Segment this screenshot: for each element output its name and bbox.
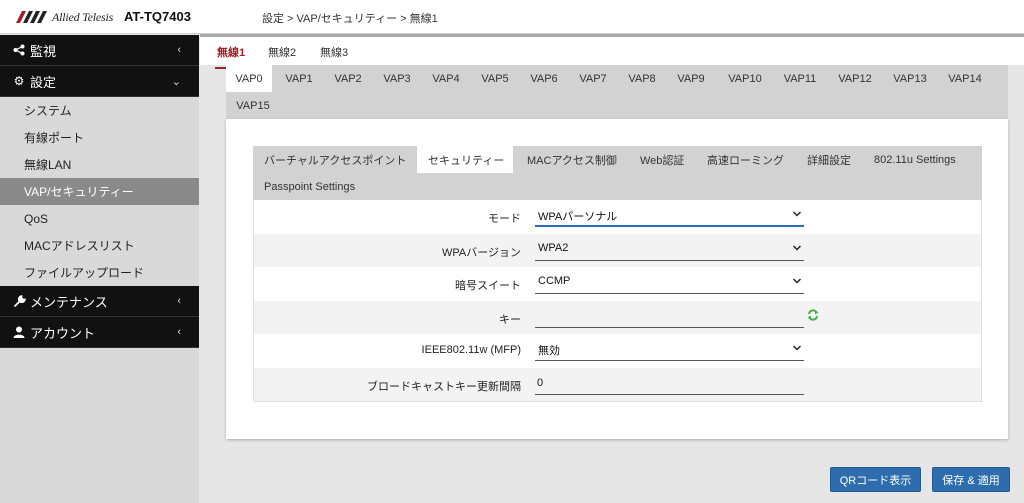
cipher-select[interactable]: CCMP bbox=[535, 270, 804, 294]
user-icon bbox=[12, 326, 26, 338]
sidebar-group-settings[interactable]: ⚙ 設定 ⌄ bbox=[0, 66, 199, 97]
tab-radio3[interactable]: 無線3 bbox=[320, 44, 348, 60]
tab-vap6[interactable]: VAP6 bbox=[521, 65, 567, 92]
sidebar-item-file-upload[interactable]: ファイルアップロード bbox=[0, 259, 199, 286]
wpa-version-select[interactable]: WPA2 bbox=[535, 237, 804, 261]
mode-select[interactable]: WPAパーソナル bbox=[535, 203, 804, 227]
cipher-select-value: CCMP bbox=[538, 275, 571, 287]
form-row-mode: モード WPAパーソナル bbox=[254, 200, 981, 234]
tab-web-auth[interactable]: Web認証 bbox=[629, 146, 695, 173]
sidebar: 監視 ‹ ⚙ 設定 ⌄ システム 有線ポート 無線LAN VAP/セキュリティー… bbox=[0, 35, 199, 503]
tab-vap9[interactable]: VAP9 bbox=[668, 65, 714, 92]
tab-vap11[interactable]: VAP11 bbox=[773, 65, 827, 92]
sidebar-group-account-label: アカウント bbox=[30, 325, 96, 341]
tab-vap15[interactable]: VAP15 bbox=[226, 92, 280, 119]
sidebar-group-settings-label: 設定 bbox=[30, 74, 57, 90]
broadcast-interval-input[interactable]: 0 bbox=[535, 371, 804, 395]
wpa-version-label: WPAバージョン bbox=[441, 246, 521, 259]
chevron-left-icon: ‹ bbox=[177, 295, 181, 307]
tab-vap7[interactable]: VAP7 bbox=[570, 65, 616, 92]
chevron-down-icon bbox=[792, 244, 802, 251]
qr-code-button[interactable]: QRコード表示 bbox=[830, 467, 921, 492]
refresh-icon[interactable] bbox=[807, 308, 819, 322]
tab-virtual-access-point[interactable]: バーチャルアクセスポイント bbox=[253, 146, 417, 173]
main-content: 無線1 無線2 無線3 VAP0 VAP1 VAP2 VAP3 VAP4 VAP… bbox=[200, 37, 1024, 503]
cipher-label: 暗号スイート bbox=[455, 280, 521, 292]
sidebar-group-maintenance[interactable]: メンテナンス ‹ bbox=[0, 286, 199, 317]
tab-radio2[interactable]: 無線2 bbox=[268, 44, 296, 60]
tab-vap12[interactable]: VAP12 bbox=[828, 65, 882, 92]
chevron-down-icon bbox=[792, 345, 802, 351]
radio-tab-bar: 無線1 無線2 無線3 bbox=[200, 37, 1024, 69]
sidebar-group-maintenance-label: メンテナンス bbox=[30, 294, 108, 310]
sidebar-group-monitor[interactable]: 監視 ‹ bbox=[0, 35, 199, 66]
form-row-wpa-version: WPAバージョン WPA2 bbox=[254, 233, 981, 267]
tab-vap2[interactable]: VAP2 bbox=[325, 65, 371, 92]
form-row-key: キー bbox=[254, 300, 981, 334]
tab-fast-roaming[interactable]: 高速ローミング bbox=[696, 146, 795, 173]
tab-vap14[interactable]: VAP14 bbox=[938, 65, 992, 92]
key-label: キー bbox=[499, 313, 521, 326]
tab-passpoint-settings[interactable]: Passpoint Settings bbox=[253, 173, 366, 200]
model-name: AT-TQ7403 bbox=[124, 9, 191, 24]
chevron-down-icon bbox=[792, 278, 802, 284]
share-icon bbox=[12, 44, 26, 56]
tab-vap1[interactable]: VAP1 bbox=[276, 65, 322, 92]
sidebar-item-mac-address-list[interactable]: MACアドレスリスト bbox=[0, 232, 199, 259]
mode-label: モード bbox=[488, 213, 521, 225]
wrench-icon bbox=[12, 294, 26, 308]
vap-tab-bar: VAP0 VAP1 VAP2 VAP3 VAP4 VAP5 VAP6 VAP7 … bbox=[226, 65, 1008, 119]
allied-telesis-logo: Allied Telesis bbox=[16, 10, 113, 24]
tab-vap3[interactable]: VAP3 bbox=[374, 65, 420, 92]
breadcrumb: 設定 > VAP/セキュリティー > 無線1 bbox=[262, 13, 438, 25]
sidebar-item-wired-port[interactable]: 有線ポート bbox=[0, 124, 199, 151]
sidebar-item-wireless-lan[interactable]: 無線LAN bbox=[0, 151, 199, 178]
mfp-select[interactable]: 無効 bbox=[535, 337, 804, 361]
gear-icon: ⚙ bbox=[13, 74, 25, 88]
security-panel: バーチャルアクセスポイント セキュリティー MACアクセス制御 Web認証 高速… bbox=[226, 119, 1008, 439]
sidebar-group-account[interactable]: アカウント ‹ bbox=[0, 317, 199, 348]
header: Allied Telesis AT-TQ7403 設定 > VAP/セキュリティ… bbox=[0, 0, 1024, 34]
key-input[interactable] bbox=[535, 304, 804, 328]
sub-tab-bar: バーチャルアクセスポイント セキュリティー MACアクセス制御 Web認証 高速… bbox=[253, 146, 982, 200]
sidebar-group-monitor-label: 監視 bbox=[30, 43, 57, 59]
wpa-version-select-value: WPA2 bbox=[538, 241, 569, 254]
mode-select-value: WPAパーソナル bbox=[538, 211, 618, 223]
tab-vap4[interactable]: VAP4 bbox=[423, 65, 469, 92]
tab-vap13[interactable]: VAP13 bbox=[883, 65, 937, 92]
tab-security[interactable]: セキュリティー bbox=[417, 146, 513, 173]
chevron-left-icon: ‹ bbox=[177, 44, 181, 56]
sidebar-item-qos[interactable]: QoS bbox=[0, 205, 199, 232]
mfp-label: IEEE802.11w (MFP) bbox=[421, 344, 521, 356]
logo-mark-icon bbox=[16, 11, 47, 23]
form-row-cipher: 暗号スイート CCMP bbox=[254, 267, 981, 301]
tab-radio1[interactable]: 無線1 bbox=[214, 44, 248, 69]
tab-vap10[interactable]: VAP10 bbox=[718, 65, 772, 92]
form-row-mfp: IEEE802.11w (MFP) 無効 bbox=[254, 334, 981, 368]
broadcast-interval-label: ブロードキャストキー更新間隔 bbox=[367, 380, 521, 393]
sidebar-item-system[interactable]: システム bbox=[0, 97, 199, 124]
chevron-down-icon bbox=[792, 211, 802, 217]
chevron-left-icon: ‹ bbox=[177, 326, 181, 338]
tab-vap5[interactable]: VAP5 bbox=[472, 65, 518, 92]
sidebar-item-vap-security[interactable]: VAP/セキュリティー bbox=[0, 178, 199, 205]
tab-vap0[interactable]: VAP0 bbox=[226, 65, 272, 92]
tab-80211u-settings[interactable]: 802.11u Settings bbox=[863, 146, 967, 173]
security-form: モード WPAパーソナル WPAバージョン WPA2 暗号スイート CCMP キ… bbox=[253, 200, 982, 402]
form-row-broadcast-interval: ブロードキャストキー更新間隔 0 bbox=[254, 367, 981, 401]
tab-mac-access-control[interactable]: MACアクセス制御 bbox=[516, 146, 628, 173]
mfp-select-value: 無効 bbox=[538, 345, 560, 357]
save-apply-button[interactable]: 保存 & 適用 bbox=[932, 467, 1010, 492]
tab-advanced-settings[interactable]: 詳細設定 bbox=[796, 146, 862, 173]
chevron-down-icon: ⌄ bbox=[171, 76, 181, 88]
brand-name: Allied Telesis bbox=[52, 9, 114, 24]
tab-vap8[interactable]: VAP8 bbox=[619, 65, 665, 92]
